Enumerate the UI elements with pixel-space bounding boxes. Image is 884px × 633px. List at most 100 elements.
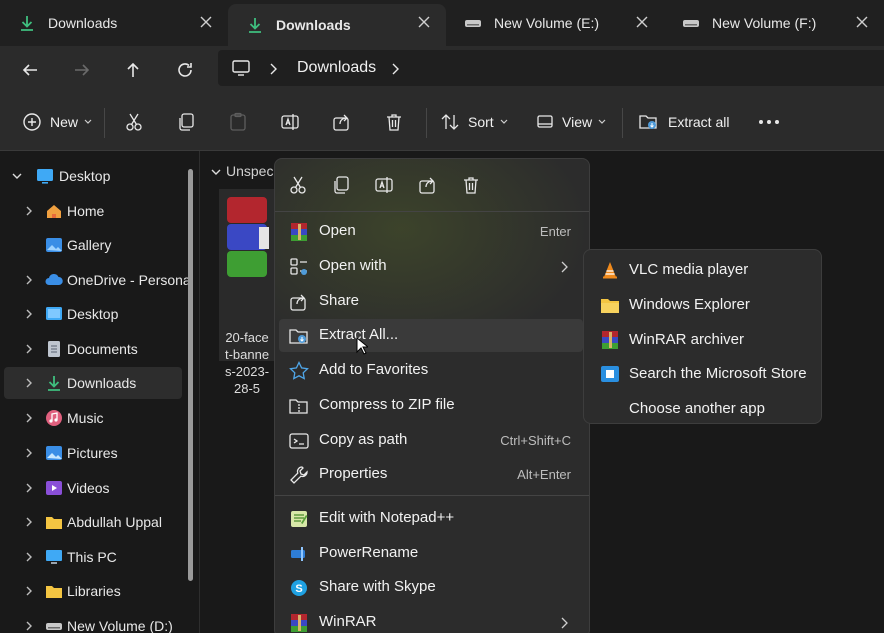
breadcrumb-downloads[interactable]: Downloads bbox=[297, 59, 376, 77]
sidebar-item-new-volume-d[interactable]: New Volume (D:) bbox=[4, 610, 182, 633]
address-bar[interactable]: Downloads bbox=[218, 50, 884, 86]
sidebar-item-label: Pictures bbox=[67, 445, 118, 461]
winrar-icon bbox=[291, 614, 307, 632]
back-button[interactable] bbox=[16, 56, 44, 84]
menu-item-share-skype[interactable]: S Share with Skype bbox=[279, 571, 583, 604]
chevron-right-icon[interactable] bbox=[24, 309, 34, 319]
new-button[interactable]: New bbox=[22, 108, 92, 136]
chevron-right-icon[interactable] bbox=[24, 586, 34, 596]
submenu-item-search-store[interactable]: Search the Microsoft Store bbox=[588, 357, 817, 390]
submenu-item-label: VLC media player bbox=[629, 261, 749, 278]
sidebar-item-downloads[interactable]: Downloads bbox=[4, 367, 182, 399]
tab-downloads-1[interactable]: Downloads bbox=[0, 4, 228, 42]
chevron-right-icon bbox=[561, 261, 568, 273]
cut-button[interactable] bbox=[124, 108, 144, 136]
chevron-right-icon[interactable] bbox=[24, 483, 34, 493]
cut-button[interactable] bbox=[286, 173, 310, 197]
chevron-right-icon[interactable] bbox=[392, 63, 400, 75]
submenu-item-label: Search the Microsoft Store bbox=[629, 365, 807, 382]
sidebar-item-documents[interactable]: Documents bbox=[4, 333, 182, 365]
sidebar-item-home[interactable]: Home bbox=[4, 195, 182, 227]
menu-item-extract-all[interactable]: Extract All... bbox=[279, 319, 583, 352]
share-icon bbox=[419, 177, 435, 194]
pictures-icon bbox=[46, 446, 62, 460]
sidebar-item-music[interactable]: Music bbox=[4, 402, 182, 434]
sidebar-item-desktop-root[interactable]: Desktop bbox=[4, 160, 182, 192]
chevron-right-icon[interactable] bbox=[24, 275, 34, 285]
navigation-bar: Downloads bbox=[0, 46, 884, 94]
group-header[interactable]: Unspeci bbox=[226, 163, 277, 179]
menu-item-compress-zip[interactable]: Compress to ZIP file bbox=[279, 389, 583, 422]
share-icon bbox=[290, 294, 306, 311]
wrench-icon bbox=[290, 466, 308, 484]
close-icon[interactable] bbox=[634, 14, 650, 30]
menu-item-winrar[interactable]: WinRAR bbox=[279, 606, 583, 633]
menu-item-open[interactable]: Open Enter bbox=[279, 215, 583, 248]
selected-file-tile[interactable]: 20-face t-banne s-2023- 28-5 bbox=[219, 189, 279, 396]
submenu-item-winrar-archiver[interactable]: WinRAR archiver bbox=[588, 323, 817, 356]
close-icon[interactable] bbox=[416, 14, 432, 30]
sidebar-item-desktop[interactable]: Desktop bbox=[4, 298, 182, 330]
chevron-right-icon[interactable] bbox=[24, 206, 34, 216]
chevron-down-icon[interactable] bbox=[211, 168, 221, 176]
forward-button[interactable] bbox=[68, 56, 96, 84]
sidebar-item-gallery[interactable]: Gallery bbox=[4, 229, 182, 261]
sidebar-item-onedrive[interactable]: OneDrive - Personal bbox=[4, 264, 194, 296]
sidebar-item-this-pc[interactable]: This PC bbox=[4, 541, 182, 573]
view-button[interactable]: View bbox=[536, 108, 606, 136]
menu-item-open-with[interactable]: Open with bbox=[279, 250, 583, 283]
up-button[interactable] bbox=[119, 56, 147, 84]
copy-button[interactable] bbox=[176, 108, 196, 136]
close-icon[interactable] bbox=[198, 14, 214, 30]
tab-new-volume-e[interactable]: New Volume (E:) bbox=[446, 4, 664, 42]
rename-button[interactable] bbox=[280, 108, 300, 136]
menu-item-label: Edit with Notepad++ bbox=[319, 509, 455, 526]
chevron-right-icon[interactable] bbox=[24, 344, 34, 354]
menu-item-powerrename[interactable]: PowerRename bbox=[279, 537, 583, 570]
sidebar-item-label: Desktop bbox=[59, 168, 111, 184]
plus-circle-icon bbox=[23, 113, 41, 131]
sidebar-scrollbar[interactable] bbox=[188, 169, 193, 581]
tab-downloads-2[interactable]: Downloads bbox=[228, 4, 446, 46]
chevron-down-icon[interactable] bbox=[12, 171, 22, 181]
menu-item-copy-as-path[interactable]: Copy as path Ctrl+Shift+C bbox=[279, 424, 583, 457]
sidebar-item-abdullah-uppal[interactable]: Abdullah Uppal bbox=[4, 506, 182, 538]
submenu-item-vlc[interactable]: VLC media player bbox=[588, 253, 817, 286]
chevron-right-icon[interactable] bbox=[24, 413, 34, 423]
chevron-right-icon[interactable] bbox=[24, 378, 34, 388]
tab-label: Downloads bbox=[276, 17, 351, 33]
chevron-right-icon[interactable] bbox=[24, 552, 34, 562]
sidebar-item-videos[interactable]: Videos bbox=[4, 472, 182, 504]
menu-item-share[interactable]: Share bbox=[279, 285, 583, 318]
delete-button[interactable] bbox=[384, 108, 404, 136]
menu-item-edit-notepadpp[interactable]: Edit with Notepad++ bbox=[279, 502, 583, 535]
sidebar-item-libraries[interactable]: Libraries bbox=[4, 575, 182, 607]
delete-button[interactable] bbox=[459, 173, 483, 197]
refresh-button[interactable] bbox=[171, 56, 199, 84]
chevron-right-icon[interactable] bbox=[270, 63, 278, 75]
chevron-right-icon[interactable] bbox=[24, 448, 34, 458]
menu-item-properties[interactable]: Properties Alt+Enter bbox=[279, 458, 583, 491]
more-options-button[interactable] bbox=[758, 108, 780, 136]
submenu-item-windows-explorer[interactable]: Windows Explorer bbox=[588, 288, 817, 321]
command-bar: New Sort View Extract all bbox=[0, 94, 884, 151]
chevron-right-icon[interactable] bbox=[24, 517, 34, 527]
sidebar-item-pictures[interactable]: Pictures bbox=[4, 437, 182, 469]
close-icon[interactable] bbox=[854, 14, 870, 30]
sidebar-item-label: New Volume (D:) bbox=[67, 618, 173, 633]
submenu-item-choose-another-app[interactable]: Choose another app bbox=[588, 392, 817, 425]
tab-new-volume-f[interactable]: New Volume (F:) bbox=[664, 4, 884, 42]
share-button[interactable] bbox=[332, 108, 352, 136]
chevron-down-icon bbox=[598, 119, 606, 124]
chevron-right-icon[interactable] bbox=[24, 621, 34, 631]
sort-button[interactable]: Sort bbox=[440, 108, 508, 136]
share-button[interactable] bbox=[416, 173, 440, 197]
extract-all-button[interactable]: Extract all bbox=[638, 108, 729, 136]
paste-button[interactable] bbox=[228, 108, 248, 136]
tab-label: New Volume (F:) bbox=[712, 15, 817, 31]
rename-button[interactable] bbox=[372, 173, 396, 197]
copy-button[interactable] bbox=[329, 173, 353, 197]
menu-item-add-to-favorites[interactable]: Add to Favorites bbox=[279, 354, 583, 387]
sidebar-item-label: Music bbox=[67, 410, 104, 426]
menu-item-label: Copy as path bbox=[319, 431, 408, 448]
